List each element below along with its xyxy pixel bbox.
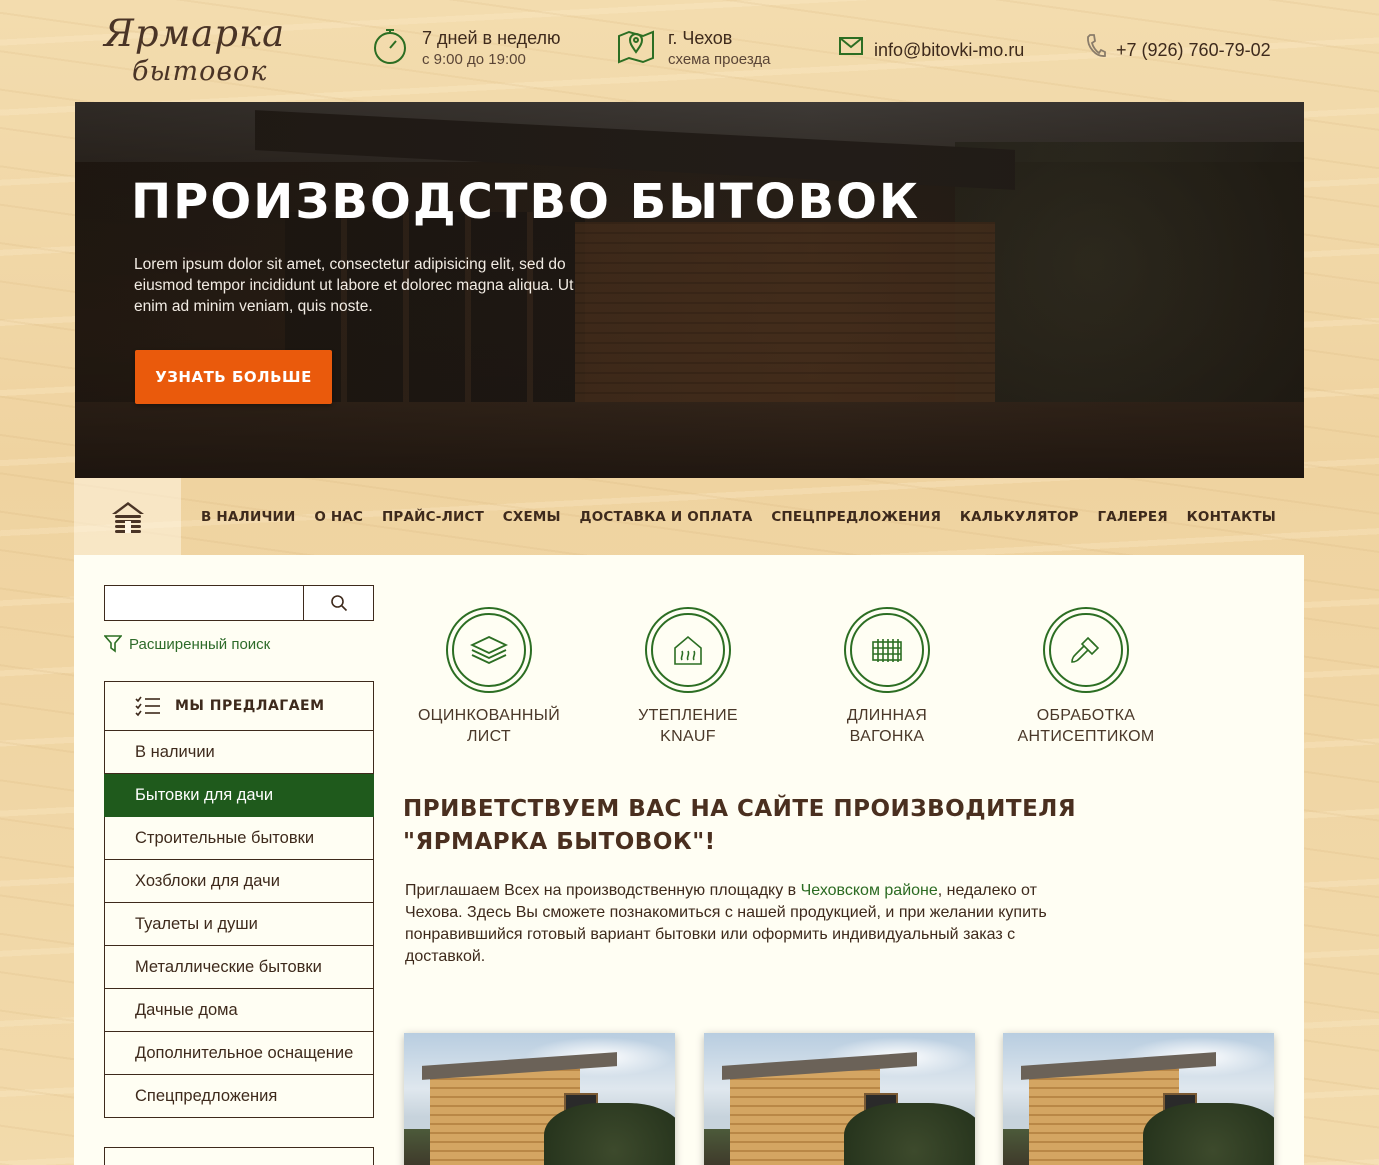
main-content: Расширенный поиск МЫ ПРЕДЛАГАЕМ В наличи…	[74, 555, 1304, 1165]
feature-label-line2: ЛИСТ	[467, 728, 511, 745]
feature-circle-inner	[651, 613, 725, 687]
feature-label-line2: KNAUF	[660, 728, 716, 745]
catalog-menu: МЫ ПРЕДЛАГАЕМ В наличии Бытовки для дачи…	[104, 681, 374, 1118]
feature-circle	[645, 607, 731, 693]
menu-item-toilets-showers[interactable]: Туалеты и души	[104, 903, 374, 946]
email-block: info@bitovki-mo.ru	[838, 26, 1024, 66]
location: г. Чехов схема проезда	[616, 26, 770, 70]
email-link[interactable]: info@bitovki-mo.ru	[874, 38, 1024, 62]
site-header: Ярмарка бытовок 7 дней в неделю с 9:00 д…	[0, 0, 1379, 102]
hours-sub: с 9:00 до 19:00	[422, 51, 526, 68]
learn-more-button[interactable]: УЗНАТЬ БОЛЬШЕ	[135, 350, 332, 404]
nav-item-schemes[interactable]: СХЕМЫ	[503, 509, 561, 525]
menu-item-metal-cabins[interactable]: Металлические бытовки	[104, 946, 374, 989]
welcome-text: Приглашаем Всех на производственную площ…	[405, 880, 1085, 968]
feature-label-line2: ВАГОНКА	[849, 728, 925, 745]
phone-block: +7 (926) 760-79-02	[1084, 26, 1271, 66]
menu-item-extra-equipment[interactable]: Дополнительное оснащение	[104, 1032, 374, 1075]
menu-item-construction-cabins[interactable]: Строительные бытовки	[104, 817, 374, 860]
nav-item-price-list[interactable]: ПРАЙС-ЛИСТ	[382, 509, 484, 525]
directions-link[interactable]: схема проезда	[668, 50, 770, 70]
feature-antiseptic: ОБРАБОТКА АНТИСЕПТИКОМ	[1001, 607, 1171, 747]
layers-icon	[470, 636, 508, 664]
feature-circle-inner	[452, 613, 526, 687]
hero-banner: ПРОИЗВОДСТВО БЫТОВОК Lorem ipsum dolor s…	[75, 102, 1304, 478]
nav-items: В НАЛИЧИИ О НАС ПРАЙС-ЛИСТ СХЕМЫ ДОСТАВК…	[181, 478, 1304, 555]
stopwatch-icon	[370, 26, 410, 66]
nav-item-about[interactable]: О НАС	[314, 509, 363, 525]
feature-label-line1: ДЛИННАЯ	[846, 707, 928, 724]
feature-insulation: УТЕПЛЕНИЕ KNAUF	[603, 607, 773, 747]
hero-text: Lorem ipsum dolor sit amet, consectetur …	[134, 256, 574, 315]
card-bush	[544, 1103, 675, 1165]
advanced-search-label: Расширенный поиск	[129, 635, 271, 653]
search-box	[104, 585, 374, 621]
feature-circle	[446, 607, 532, 693]
nav-item-in-stock[interactable]: В НАЛИЧИИ	[201, 509, 296, 525]
feature-galvanized: ОЦИНКОВАННЫЙ ЛИСТ	[404, 607, 574, 747]
menu-item-dacha-cabins[interactable]: Бытовки для дачи	[104, 774, 374, 817]
nav-item-delivery[interactable]: ДОСТАВКА И ОПЛАТА	[580, 509, 753, 525]
catalog-menu-title: МЫ ПРЕДЛАГАЕМ	[175, 698, 325, 714]
working-hours: 7 дней в неделю с 9:00 до 19:00	[370, 26, 561, 70]
phone-link[interactable]: +7 (926) 760-79-02	[1116, 38, 1271, 62]
menu-item-special-offers[interactable]: Спецпредложения	[104, 1075, 374, 1118]
nav-item-special-offers[interactable]: СПЕЦПРЕДЛОЖЕНИЯ	[771, 509, 941, 525]
logo-line-1: Ярмарка	[104, 12, 286, 55]
map-pin-icon	[616, 26, 656, 66]
menu-item-country-houses[interactable]: Дачные дома	[104, 989, 374, 1032]
hero-title: ПРОИЗВОДСТВО БЫТОВОК	[131, 174, 921, 230]
feature-label-line1: УТЕПЛЕНИЕ	[638, 707, 738, 724]
menu-item-sheds[interactable]: Хозблоки для дачи	[104, 860, 374, 903]
feature-circle	[1043, 607, 1129, 693]
envelope-icon	[838, 26, 864, 66]
product-card[interactable]	[1003, 1033, 1274, 1165]
nav-item-contacts[interactable]: КОНТАКТЫ	[1187, 509, 1276, 525]
wood-panel-icon	[872, 639, 902, 662]
product-cards	[404, 1033, 1274, 1165]
catalog-menu-header: МЫ ПРЕДЛАГАЕМ	[104, 681, 374, 731]
feature-label-line1: ОБРАБОТКА	[1036, 707, 1136, 724]
feature-circle-inner	[1049, 613, 1123, 687]
log-cabin-icon	[111, 501, 144, 533]
welcome-title: ПРИВЕТСТВУЕМ ВАС НА САЙТЕ ПРОИЗВОДИТЕЛЯ …	[403, 796, 1077, 855]
heated-house-icon	[674, 635, 702, 665]
product-card[interactable]	[404, 1033, 675, 1165]
card-bush	[844, 1103, 975, 1165]
nav-item-gallery[interactable]: ГАЛЕРЕЯ	[1098, 509, 1168, 525]
advanced-search-link[interactable]: Расширенный поиск	[104, 635, 270, 653]
product-card[interactable]	[704, 1033, 975, 1165]
chekhov-district-link[interactable]: Чеховском районе	[801, 882, 938, 899]
search-icon	[330, 595, 347, 612]
brush-icon	[1071, 636, 1100, 663]
city-title: г. Чехов	[668, 28, 733, 48]
search-button[interactable]	[304, 586, 373, 620]
filter-icon	[104, 635, 122, 653]
search-input[interactable]	[105, 586, 304, 620]
feature-circle-inner	[850, 613, 924, 687]
site-logo[interactable]: Ярмарка бытовок	[104, 12, 294, 90]
nav-item-calculator[interactable]: КАЛЬКУЛЯТОР	[960, 509, 1079, 525]
feature-circle	[844, 607, 930, 693]
menu-item-in-stock[interactable]: В наличии	[104, 731, 374, 774]
phone-icon	[1084, 26, 1108, 66]
logo-line-2: бытовок	[132, 56, 268, 87]
card-bush	[1143, 1103, 1274, 1165]
hours-title: 7 дней в неделю	[422, 28, 561, 48]
welcome-text-before: Приглашаем Всех на производственную площ…	[405, 882, 801, 899]
feature-long-lining: ДЛИННАЯ ВАГОНКА	[802, 607, 972, 747]
secondary-menu	[104, 1147, 374, 1165]
feature-label-line1: ОЦИНКОВАННЫЙ	[417, 707, 561, 724]
checklist-icon	[135, 696, 160, 717]
features-row: ОЦИНКОВАННЫЙ ЛИСТ УТЕПЛЕНИЕ KNAUF ДЛИННА…	[404, 607, 1184, 747]
main-nav: В НАЛИЧИИ О НАС ПРАЙС-ЛИСТ СХЕМЫ ДОСТАВК…	[74, 478, 1304, 555]
feature-label-line2: АНТИСЕПТИКОМ	[1017, 728, 1155, 745]
home-button[interactable]	[74, 478, 181, 555]
